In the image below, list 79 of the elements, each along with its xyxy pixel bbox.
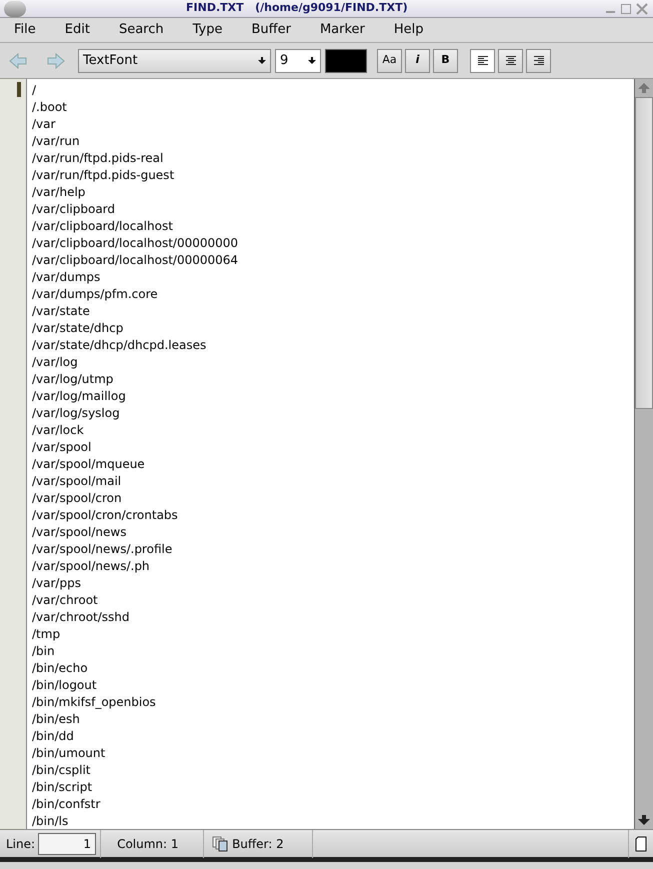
buffers-icon (212, 836, 228, 852)
text-line: /var/dumps (32, 269, 100, 286)
text-style-button[interactable]: Aa (377, 48, 402, 72)
text-area[interactable] (27, 79, 634, 829)
text-line: /var/run (32, 133, 80, 150)
text-line: /bin/dd (32, 728, 74, 745)
text-line: /var (32, 116, 56, 133)
text-line: /var/log/utmp (32, 371, 114, 388)
color-swatch[interactable] (325, 48, 367, 72)
maximize-icon[interactable] (619, 2, 633, 16)
text-line: /var/run/ftpd.pids-guest (32, 167, 174, 184)
text-line: /var/clipboard/localhost/00000000 (32, 235, 238, 252)
align-icon (476, 55, 488, 66)
align-button[interactable] (470, 48, 495, 72)
text-line: /var/log (32, 354, 78, 371)
menu-item[interactable]: Help (394, 20, 424, 40)
dropdown-arrow-icon (308, 56, 316, 64)
text-line: / (32, 82, 36, 99)
text-line: /var/chroot/sshd (32, 609, 130, 626)
page-icon[interactable] (635, 836, 647, 852)
text-line: /bin/script (32, 779, 92, 796)
text-line: /var/spool/cron/crontabs (32, 507, 178, 524)
text-line: /var/state (32, 303, 90, 320)
text-line: /var/spool/mail (32, 473, 122, 490)
text-style-button[interactable]: i (405, 48, 430, 72)
buffer-indicator: Buffer: 2 (232, 836, 284, 852)
text-line: /var/pps (32, 575, 81, 592)
text-style-button[interactable]: B (433, 48, 458, 72)
text-line: /bin/logout (32, 677, 97, 694)
menu-item[interactable]: Marker (320, 20, 365, 40)
text-line: /var/lock (32, 422, 84, 439)
text-line: /.boot (32, 99, 67, 116)
text-line: /var/spool/news (32, 524, 126, 541)
text-line: /var/spool/mqueue (32, 456, 145, 473)
menu-item[interactable]: Type (192, 20, 222, 40)
menu-item[interactable]: File (14, 20, 36, 40)
align-button[interactable] (498, 48, 523, 72)
line-number-field[interactable]: 1 (38, 832, 96, 854)
close-icon[interactable] (635, 2, 649, 16)
menu-item[interactable]: Buffer (251, 20, 291, 40)
text-line: /var/log/maillog (32, 388, 126, 405)
text-line: /var/clipboard/localhost (32, 218, 173, 235)
window-title: FIND.TXT (/home/g9091/FIND.TXT) (186, 0, 408, 16)
text-line: /var/clipboard/localhost/00000064 (32, 252, 238, 269)
text-line: /var/dumps/pfm.core (32, 286, 158, 303)
line-label: Line: (6, 836, 36, 852)
text-line: /bin/ls (32, 813, 68, 829)
dropdown-arrow-icon (258, 56, 266, 64)
text-line: /bin/mkifsf_openbios (32, 694, 156, 711)
text-line: /bin/csplit (32, 762, 90, 779)
menu-item[interactable]: Search (118, 20, 164, 40)
scroll-thumb[interactable] (635, 97, 653, 409)
text-line: /bin/echo (32, 660, 88, 677)
menu-item[interactable]: Edit (64, 20, 90, 40)
align-icon (532, 55, 544, 66)
column-indicator: Column: 1 (117, 836, 180, 852)
text-line: /var/spool/cron (32, 490, 122, 507)
text-line: /var/help (32, 184, 86, 201)
text-line: /var/run/ftpd.pids-real (32, 150, 164, 167)
app-icon[interactable] (4, 0, 26, 16)
text-line: /bin/esh (32, 711, 80, 728)
text-line: /var/spool (32, 439, 92, 456)
text-line: /bin/umount (32, 745, 106, 762)
text-line: /var/log/syslog (32, 405, 120, 422)
cursor-marker (17, 82, 21, 97)
scrollbar[interactable] (634, 79, 653, 829)
text-line: /var/chroot (32, 592, 98, 609)
text-line: /var/spool/news/.profile (32, 541, 172, 558)
align-icon (504, 55, 516, 66)
size-dropdown[interactable]: 9 (275, 48, 321, 72)
text-line: /var/state/dhcp/dhcpd.leases (32, 337, 206, 354)
text-line: /var/state/dhcp (32, 320, 124, 337)
text-line: /var/clipboard (32, 201, 116, 218)
text-line: /bin/confstr (32, 796, 100, 813)
font-dropdown[interactable]: TextFont (78, 48, 271, 72)
text-line: /bin (32, 643, 55, 660)
text-line: /tmp (32, 626, 60, 643)
text-line: /var/spool/news/.ph (32, 558, 150, 575)
align-button[interactable] (526, 48, 551, 72)
